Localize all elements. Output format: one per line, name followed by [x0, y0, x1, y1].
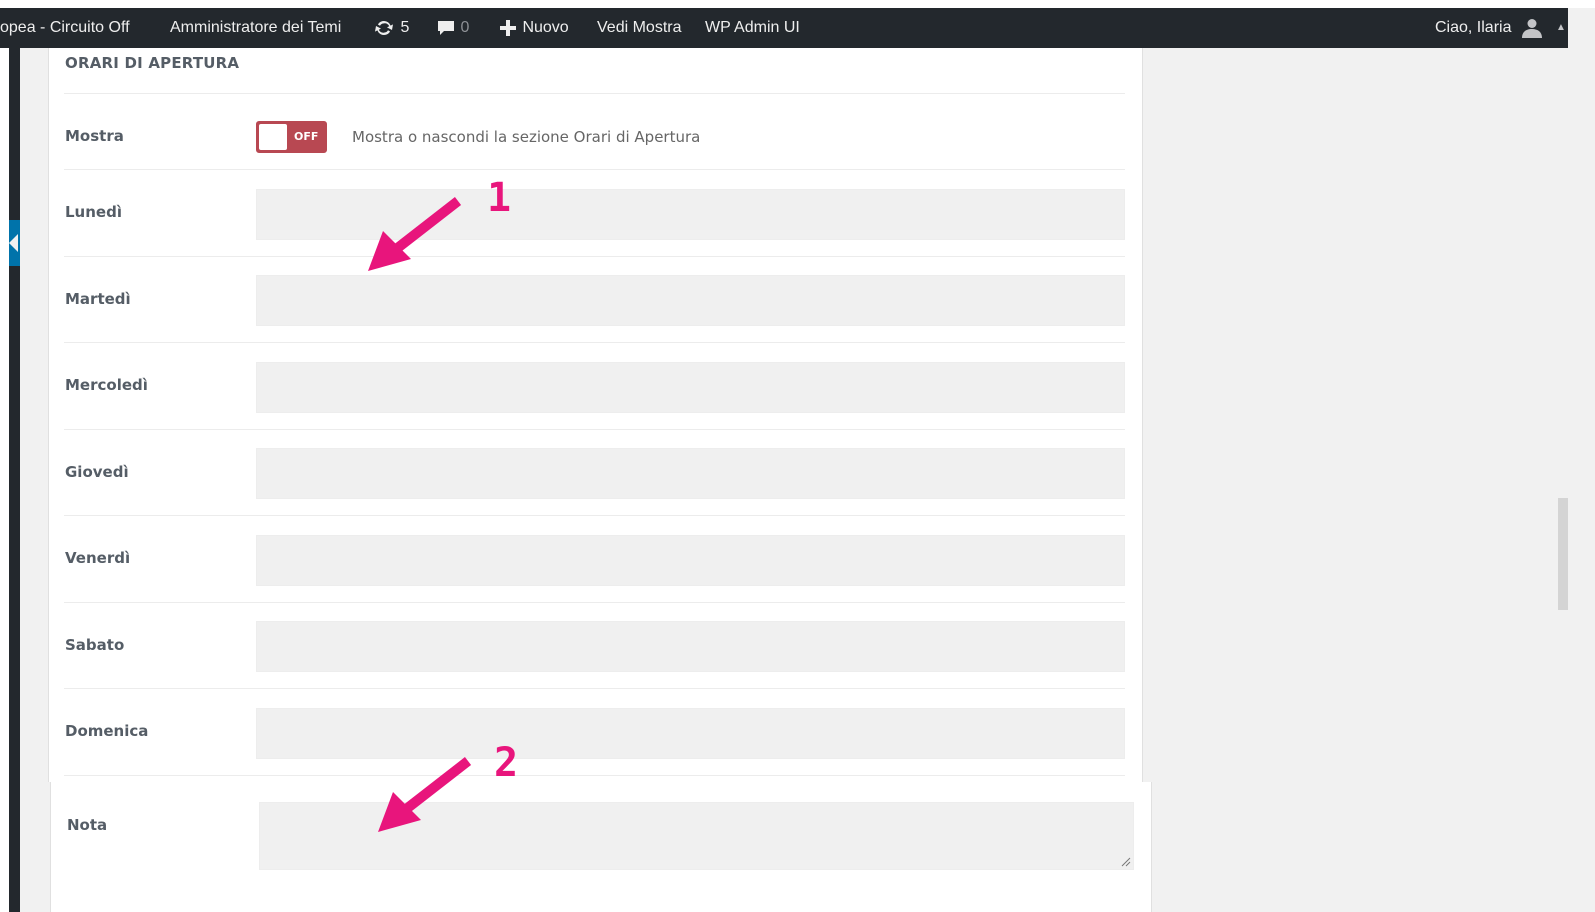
- friday-label: Venerdì: [65, 549, 131, 567]
- show-description: Mostra o nascondi la sezione Orari di Ap…: [352, 128, 701, 146]
- theme-admin-link[interactable]: Amministratore dei Temi: [170, 8, 341, 48]
- comment-icon: [438, 20, 454, 35]
- divider: [64, 602, 1125, 603]
- sunday-label: Domenica: [65, 722, 149, 740]
- divider: [64, 342, 1125, 343]
- annotation-number-2: 2: [494, 740, 519, 786]
- annotation-number-1: 1: [487, 175, 512, 221]
- resize-handle-icon[interactable]: [1121, 857, 1131, 867]
- comments-count: 0: [460, 19, 470, 36]
- scrollbar-thumb[interactable]: [1558, 498, 1568, 610]
- site-name-link[interactable]: opea - Circuito Off: [0, 8, 130, 48]
- toggle-knob: [259, 124, 287, 150]
- plus-icon: [500, 19, 516, 36]
- new-content-link[interactable]: Nuovo: [498, 8, 569, 48]
- chevron-left-icon: [9, 234, 18, 252]
- sunday-input[interactable]: [256, 708, 1125, 759]
- divider: [64, 515, 1125, 516]
- annotation-arrow-icon: [378, 757, 472, 832]
- section-title: ORARI DI APERTURA: [65, 54, 240, 72]
- saturday-label: Sabato: [65, 636, 125, 654]
- friday-input[interactable]: [256, 535, 1125, 586]
- updates-count: 5: [400, 19, 410, 36]
- admin-menu-strip-lower: [9, 782, 20, 912]
- divider: [64, 93, 1125, 94]
- tuesday-input[interactable]: [256, 275, 1125, 326]
- thursday-input[interactable]: [256, 448, 1125, 499]
- caret-up-icon: ▲: [1556, 22, 1566, 33]
- saturday-input[interactable]: [256, 621, 1125, 672]
- refresh-icon: [375, 20, 393, 35]
- new-content-label: Nuovo: [522, 19, 569, 36]
- thursday-label: Giovedì: [65, 463, 129, 481]
- view-link[interactable]: Vedi Mostra: [597, 8, 681, 48]
- annotation-arrow-icon: [368, 197, 462, 271]
- user-greeting-link[interactable]: Ciao, Ilaria: [1435, 8, 1511, 48]
- wednesday-input[interactable]: [256, 362, 1125, 413]
- updates-link[interactable]: 5: [372, 8, 409, 48]
- note-label: Nota: [67, 816, 108, 834]
- divider: [64, 775, 1125, 776]
- comments-link[interactable]: 0: [436, 8, 469, 48]
- divider: [64, 429, 1125, 430]
- show-toggle[interactable]: OFF: [256, 121, 327, 153]
- divider: [64, 169, 1125, 170]
- monday-label: Lunedì: [65, 203, 122, 221]
- wp-admin-ui-link[interactable]: WP Admin UI: [705, 8, 800, 48]
- admin-menu-strip: [9, 48, 20, 782]
- admin-bar: opea - Circuito Off Amministratore dei T…: [0, 8, 1568, 48]
- user-icon[interactable]: [1521, 18, 1543, 38]
- wednesday-label: Mercoledì: [65, 376, 148, 394]
- toggle-state-text: OFF: [294, 130, 319, 143]
- show-label: Mostra: [65, 127, 124, 145]
- divider: [64, 688, 1125, 689]
- divider: [64, 256, 1125, 257]
- tuesday-label: Martedì: [65, 290, 131, 308]
